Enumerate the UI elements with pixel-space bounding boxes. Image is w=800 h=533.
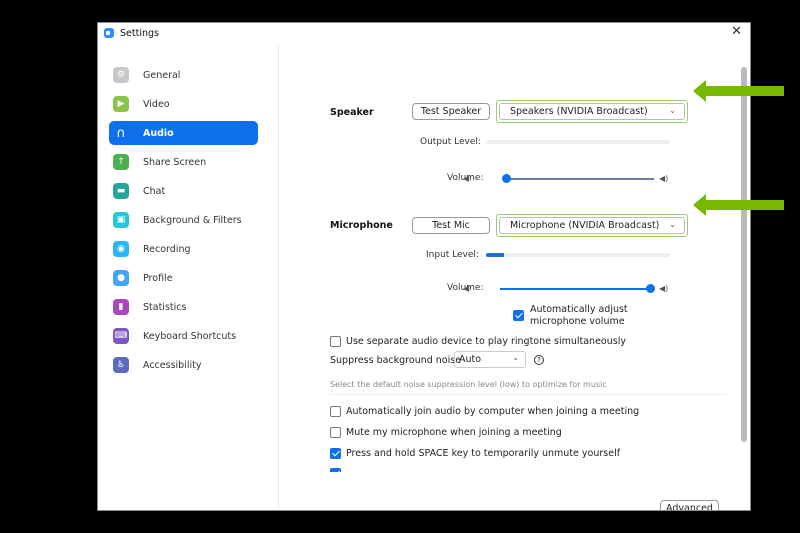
speaker-device-value: Speakers (NVIDIA Broadcast)	[510, 106, 648, 117]
keyboard-icon: ⌨	[113, 328, 129, 344]
sidebar-item-label: Chat	[143, 185, 166, 197]
sidebar-item-label: Keyboard Shortcuts	[143, 330, 237, 342]
mic-volume-slider[interactable]	[500, 284, 655, 293]
sidebar-item-background-filters[interactable]: ▣ Background & Filters	[109, 208, 258, 232]
volume-low-icon: ◀	[463, 284, 470, 293]
gear-icon: ⚙	[113, 67, 129, 83]
sidebar-item-label: Accessibility	[143, 359, 202, 371]
sidebar-item-label: Background & Filters	[143, 214, 242, 226]
speaker-select-highlight: Speakers (NVIDIA Broadcast) ⌄	[496, 100, 688, 123]
auto-adjust-mic-label: Automatically adjust microphone volume	[530, 304, 628, 327]
speaker-volume-knob[interactable]	[502, 174, 511, 183]
window-title: Settings	[120, 27, 159, 39]
close-icon[interactable]: ✕	[731, 25, 742, 39]
suppress-noise-label: Suppress background noise	[330, 355, 462, 366]
chat-icon: ▬	[113, 183, 129, 199]
zoom-app-icon	[104, 28, 114, 38]
sidebar-item-accessibility[interactable]: ♿ Accessibility	[109, 353, 258, 377]
volume-high-icon: ◀)	[659, 284, 669, 293]
sidebar-item-keyboard-shortcuts[interactable]: ⌨ Keyboard Shortcuts	[109, 324, 258, 348]
sidebar-item-general[interactable]: ⚙ General	[109, 63, 258, 87]
statistics-icon: ▮	[113, 299, 129, 315]
background-icon: ▣	[113, 212, 129, 228]
microphone-device-select[interactable]: Microphone (NVIDIA Broadcast) ⌄	[499, 217, 685, 234]
input-level-fill	[486, 253, 505, 257]
mic-volume-knob[interactable]	[646, 284, 655, 293]
scrollbar-thumb[interactable]	[741, 67, 747, 442]
green-arrow-icon	[693, 80, 784, 102]
separate-ringtone-label: Use separate audio device to play ringto…	[346, 336, 626, 347]
recording-icon: ◉	[113, 241, 129, 257]
sidebar-item-label: Audio	[143, 127, 174, 139]
sidebar-item-label: Recording	[143, 243, 191, 255]
test-speaker-button[interactable]: Test Speaker	[412, 103, 490, 120]
suppress-noise-select[interactable]: Auto ⌄	[454, 351, 526, 368]
title-bar: Settings ✕	[98, 23, 750, 43]
volume-low-icon: ◀	[463, 174, 470, 183]
microphone-device-value: Microphone (NVIDIA Broadcast)	[510, 220, 660, 231]
suppress-noise-value: Auto	[459, 354, 482, 365]
settings-window: Settings ✕ ⚙ General ▶ Video ∩ Audio ↑ Share Sc…	[97, 22, 751, 511]
scrollbar[interactable]	[741, 45, 747, 510]
noise-suppression-hint: Select the default noise suppression lev…	[330, 380, 607, 389]
sidebar-item-label: Video	[143, 98, 170, 110]
space-unmute-label: Press and hold SPACE key to temporarily …	[346, 448, 621, 459]
accessibility-icon: ♿	[113, 357, 129, 373]
sidebar-item-label: General	[143, 69, 181, 81]
auto-adjust-mic-checkbox[interactable]	[513, 310, 524, 321]
auto-join-audio-checkbox[interactable]	[330, 406, 341, 417]
video-camera-icon: ▶	[113, 96, 129, 112]
sidebar: ⚙ General ▶ Video ∩ Audio ↑ Share Screen ▬ Chat ▣ B…	[98, 45, 279, 510]
sidebar-item-label: Share Screen	[143, 156, 207, 168]
test-mic-button[interactable]: Test Mic	[412, 217, 490, 234]
annotation-arrow-speaker	[693, 80, 784, 102]
volume-high-icon: ◀)	[659, 174, 669, 183]
green-arrow-icon	[693, 194, 784, 216]
auto-join-audio-label: Automatically join audio by computer whe…	[346, 406, 640, 417]
microphone-select-highlight: Microphone (NVIDIA Broadcast) ⌄	[496, 214, 688, 237]
speaker-section-label: Speaker	[330, 107, 374, 118]
sidebar-item-label: Profile	[143, 272, 173, 284]
output-level-meter	[486, 140, 670, 144]
clipped-option-row	[279, 468, 739, 472]
speaker-volume-slider[interactable]	[502, 174, 654, 183]
sidebar-item-video[interactable]: ▶ Video	[109, 92, 258, 116]
input-level-meter	[486, 253, 670, 257]
separate-ringtone-checkbox[interactable]	[330, 336, 341, 347]
advanced-button[interactable]: Advanced	[660, 500, 719, 510]
mute-on-join-checkbox[interactable]	[330, 427, 341, 438]
space-unmute-checkbox[interactable]	[330, 448, 341, 459]
annotation-arrow-microphone	[693, 194, 784, 216]
mic-volume-fill	[500, 288, 650, 290]
mute-on-join-label: Mute my microphone when joining a meetin…	[346, 427, 562, 438]
profile-icon: ●	[113, 270, 129, 286]
help-icon[interactable]: ?	[534, 355, 544, 365]
share-screen-icon: ↑	[113, 154, 129, 170]
headphones-icon: ∩	[116, 125, 126, 141]
sidebar-item-chat[interactable]: ▬ Chat	[109, 179, 258, 203]
chevron-down-icon: ⌄	[669, 220, 676, 229]
output-level-label: Output Level:	[420, 137, 481, 147]
microphone-section-label: Microphone	[330, 220, 393, 231]
clipped-option-checkbox[interactable]	[330, 468, 341, 472]
sidebar-item-profile[interactable]: ● Profile	[109, 266, 258, 290]
sidebar-item-statistics[interactable]: ▮ Statistics	[109, 295, 258, 319]
sidebar-item-recording[interactable]: ◉ Recording	[109, 237, 258, 261]
speaker-device-select[interactable]: Speakers (NVIDIA Broadcast) ⌄	[499, 103, 685, 120]
chevron-down-icon: ⌄	[512, 353, 519, 362]
input-level-label: Input Level:	[426, 250, 479, 260]
sidebar-item-share-screen[interactable]: ↑ Share Screen	[109, 150, 258, 174]
sidebar-item-audio[interactable]: ∩ Audio	[109, 121, 258, 145]
audio-settings-panel: Speaker Test Speaker Speakers (NVIDIA Br…	[279, 45, 738, 510]
chevron-down-icon: ⌄	[669, 106, 676, 115]
section-divider	[330, 394, 726, 395]
sidebar-item-label: Statistics	[143, 301, 187, 313]
